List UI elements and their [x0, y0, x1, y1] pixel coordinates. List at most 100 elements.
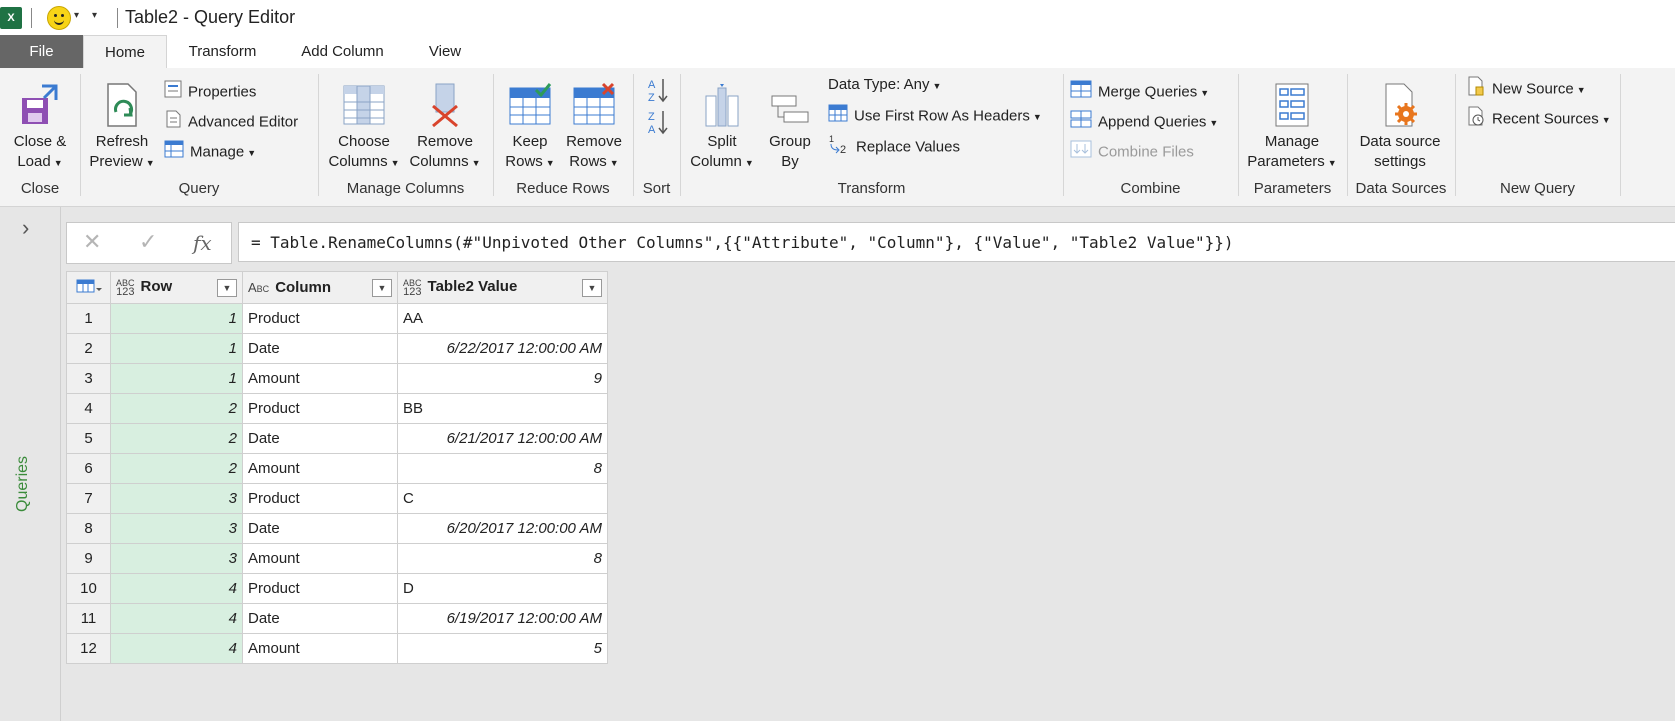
- data-source-settings-button[interactable]: Data source settings: [1352, 82, 1448, 172]
- tab-transform[interactable]: Transform: [175, 35, 270, 68]
- table-row[interactable]: 6 2 Amount 8: [66, 453, 608, 484]
- remove-rows-button[interactable]: Remove Rows ▼: [562, 82, 626, 173]
- check-icon[interactable]: ✓: [139, 229, 157, 255]
- customize-toolbar-icon[interactable]: ▾: [92, 10, 97, 21]
- row-value-cell[interactable]: 3: [110, 513, 243, 544]
- data-type-dropdown[interactable]: Data Type: Any ▼: [828, 74, 941, 96]
- column-header-table2-value[interactable]: ABC 123 Table2 Value ▼: [397, 271, 608, 304]
- cancel-icon[interactable]: ✕: [83, 229, 101, 255]
- any-type-icon[interactable]: ABC 123: [116, 278, 135, 297]
- combine-files-button[interactable]: Combine Files: [1070, 140, 1194, 162]
- row-value-cell[interactable]: 2: [110, 453, 243, 484]
- row-number-cell[interactable]: 7: [66, 483, 111, 514]
- column-value-cell[interactable]: Date: [242, 333, 398, 364]
- row-value-cell[interactable]: 4: [110, 633, 243, 664]
- table-row[interactable]: 2 1 Date 6/22/2017 12:00:00 AM: [66, 333, 608, 364]
- row-number-cell[interactable]: 2: [66, 333, 111, 364]
- table2-value-cell[interactable]: 8: [397, 453, 608, 484]
- row-value-cell[interactable]: 3: [110, 543, 243, 574]
- column-value-cell[interactable]: Amount: [242, 363, 398, 394]
- column-value-cell[interactable]: Product: [242, 573, 398, 604]
- table-row[interactable]: 5 2 Date 6/21/2017 12:00:00 AM: [66, 423, 608, 454]
- row-value-cell[interactable]: 3: [110, 483, 243, 514]
- row-number-cell[interactable]: 10: [66, 573, 111, 604]
- table-row[interactable]: 7 3 Product C: [66, 483, 608, 514]
- chevron-right-icon[interactable]: ›: [22, 215, 29, 241]
- table-row[interactable]: 3 1 Amount 9: [66, 363, 608, 394]
- text-type-icon[interactable]: ABC: [248, 281, 269, 294]
- row-value-cell[interactable]: 1: [110, 333, 243, 364]
- table-row[interactable]: 10 4 Product D: [66, 573, 608, 604]
- properties-button[interactable]: Properties: [164, 80, 256, 102]
- sort-ascending-button[interactable]: AZ: [646, 76, 670, 104]
- row-value-cell[interactable]: 1: [110, 363, 243, 394]
- manage-parameters-button[interactable]: Manage Parameters ▼: [1244, 82, 1340, 173]
- formula-bar-input[interactable]: = Table.RenameColumns(#"Unpivoted Other …: [238, 222, 1675, 262]
- row-number-cell[interactable]: 3: [66, 363, 111, 394]
- column-header-column[interactable]: ABC Column ▼: [242, 271, 398, 304]
- column-value-cell[interactable]: Date: [242, 513, 398, 544]
- tab-file[interactable]: File: [0, 35, 83, 68]
- row-number-cell[interactable]: 11: [66, 603, 111, 634]
- recent-sources-button[interactable]: Recent Sources ▼: [1466, 106, 1611, 128]
- split-column-button[interactable]: Split Column ▼: [686, 82, 758, 173]
- table2-value-cell[interactable]: 9: [397, 363, 608, 394]
- table2-value-cell[interactable]: D: [397, 573, 608, 604]
- row-value-cell[interactable]: 2: [110, 393, 243, 424]
- table-row[interactable]: 8 3 Date 6/20/2017 12:00:00 AM: [66, 513, 608, 544]
- table-row[interactable]: 1 1 Product AA: [66, 303, 608, 334]
- table2-value-cell[interactable]: 6/22/2017 12:00:00 AM: [397, 333, 608, 364]
- tab-home[interactable]: Home: [83, 35, 167, 69]
- table2-value-cell[interactable]: 6/19/2017 12:00:00 AM: [397, 603, 608, 634]
- table-menu-button[interactable]: [66, 271, 111, 304]
- close-load-button[interactable]: Close & Load ▼: [6, 82, 74, 173]
- table-row[interactable]: 4 2 Product BB: [66, 393, 608, 424]
- column-value-cell[interactable]: Product: [242, 393, 398, 424]
- fx-icon[interactable]: fx: [193, 231, 212, 255]
- sort-descending-button[interactable]: ZA: [646, 108, 670, 136]
- column-value-cell[interactable]: Product: [242, 483, 398, 514]
- keep-rows-button[interactable]: Keep Rows ▼: [500, 82, 560, 173]
- new-source-button[interactable]: New Source ▼: [1466, 76, 1586, 98]
- use-first-row-headers-button[interactable]: Use First Row As Headers ▼: [828, 104, 1042, 126]
- row-number-cell[interactable]: 4: [66, 393, 111, 424]
- row-number-cell[interactable]: 1: [66, 303, 111, 334]
- row-value-cell[interactable]: 4: [110, 573, 243, 604]
- table-row[interactable]: 9 3 Amount 8: [66, 543, 608, 574]
- group-by-button[interactable]: Group By: [760, 82, 820, 172]
- filter-dropdown-icon[interactable]: ▼: [217, 279, 237, 297]
- merge-queries-button[interactable]: Merge Queries ▼: [1070, 80, 1209, 102]
- column-header-row[interactable]: ABC 123 Row ▼: [110, 271, 243, 304]
- advanced-editor-button[interactable]: Advanced Editor: [164, 110, 298, 132]
- table2-value-cell[interactable]: 8: [397, 543, 608, 574]
- tab-add-column[interactable]: Add Column: [290, 35, 395, 68]
- table2-value-cell[interactable]: C: [397, 483, 608, 514]
- table-row[interactable]: 11 4 Date 6/19/2017 12:00:00 AM: [66, 603, 608, 634]
- table-row[interactable]: 12 4 Amount 5: [66, 633, 608, 664]
- queries-pane-label[interactable]: Queries: [14, 456, 32, 512]
- row-value-cell[interactable]: 1: [110, 303, 243, 334]
- manage-button[interactable]: Manage ▼: [164, 140, 256, 162]
- table2-value-cell[interactable]: 5: [397, 633, 608, 664]
- filter-dropdown-icon[interactable]: ▼: [582, 279, 602, 297]
- append-queries-button[interactable]: Append Queries ▼: [1070, 110, 1218, 132]
- filter-dropdown-icon[interactable]: ▼: [372, 279, 392, 297]
- column-value-cell[interactable]: Product: [242, 303, 398, 334]
- refresh-preview-button[interactable]: Refresh Preview ▼: [86, 82, 158, 173]
- column-value-cell[interactable]: Amount: [242, 543, 398, 574]
- row-number-cell[interactable]: 8: [66, 513, 111, 544]
- column-value-cell[interactable]: Amount: [242, 453, 398, 484]
- table2-value-cell[interactable]: 6/21/2017 12:00:00 AM: [397, 423, 608, 454]
- row-number-cell[interactable]: 9: [66, 543, 111, 574]
- remove-columns-button[interactable]: Remove Columns ▼: [404, 82, 486, 173]
- table2-value-cell[interactable]: AA: [397, 303, 608, 334]
- choose-columns-button[interactable]: Choose Columns ▼: [324, 82, 404, 173]
- row-value-cell[interactable]: 4: [110, 603, 243, 634]
- table2-value-cell[interactable]: BB: [397, 393, 608, 424]
- tab-view[interactable]: View: [415, 35, 475, 68]
- row-number-cell[interactable]: 5: [66, 423, 111, 454]
- excel-icon[interactable]: X: [0, 7, 22, 29]
- column-value-cell[interactable]: Date: [242, 603, 398, 634]
- column-value-cell[interactable]: Amount: [242, 633, 398, 664]
- row-number-cell[interactable]: 12: [66, 633, 111, 664]
